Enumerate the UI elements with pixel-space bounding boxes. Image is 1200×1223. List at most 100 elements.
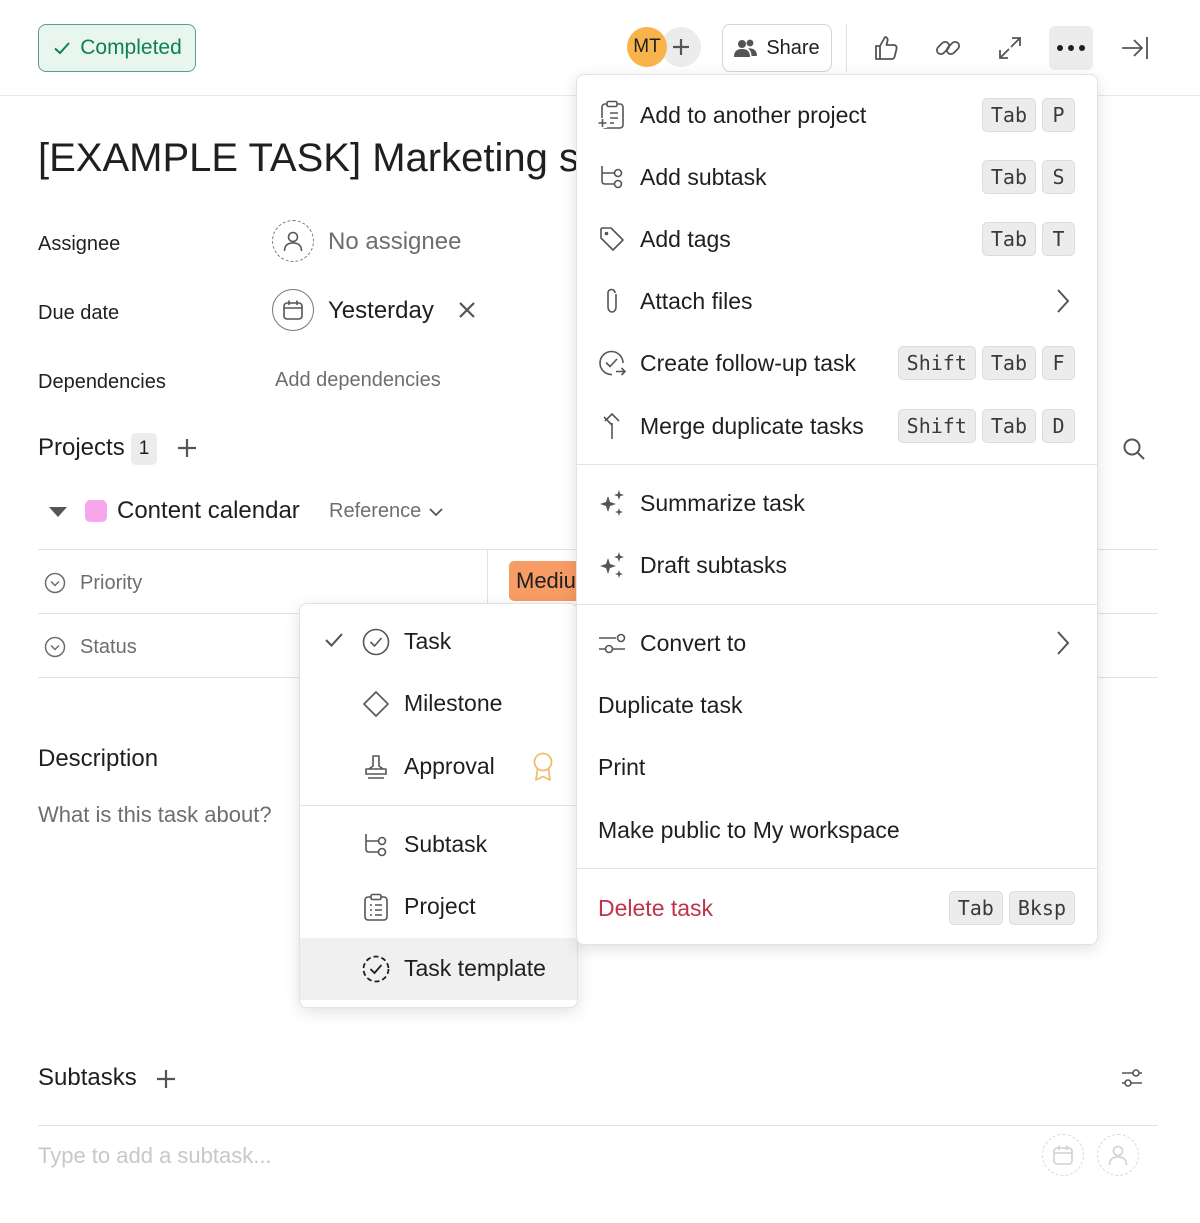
menu-item-label: Print xyxy=(598,753,646,780)
keyboard-shortcut: Tab P xyxy=(981,98,1075,132)
convert-to-task[interactable]: Task xyxy=(300,611,577,673)
add-collaborator-button[interactable] xyxy=(661,27,701,67)
search-fields-button[interactable] xyxy=(1122,437,1146,466)
paperclip-icon xyxy=(607,288,617,313)
convert-icon-wrap xyxy=(597,628,627,658)
keyboard-shortcut: Shift Tab D xyxy=(897,409,1075,443)
calendar-icon xyxy=(1053,1145,1073,1165)
project-collapse-toggle[interactable] xyxy=(48,505,68,523)
task-icon-wrap xyxy=(361,627,391,657)
menu-item-merge-duplicates[interactable]: Merge duplicate tasks Shift Tab D xyxy=(577,395,1097,457)
menu-divider xyxy=(577,464,1097,465)
due-date-value[interactable]: Yesterday xyxy=(328,297,434,325)
menu-item-print[interactable]: Print xyxy=(577,736,1097,798)
menu-item-draft-subtasks[interactable]: Draft subtasks xyxy=(577,534,1097,596)
menu-item-summarize[interactable]: Summarize task xyxy=(577,472,1097,534)
add-project-button[interactable] xyxy=(177,438,197,463)
menu-item-add-subtask[interactable]: Add subtask Tab S xyxy=(577,146,1097,208)
plus-icon xyxy=(673,39,689,55)
convert-to-submenu: Task Milestone Approval Subtask Project … xyxy=(299,603,578,1008)
menu-divider xyxy=(577,604,1097,605)
collaborator-avatar[interactable]: MT xyxy=(627,27,667,67)
sliders-icon xyxy=(1122,1069,1142,1087)
menu-item-make-public[interactable]: Make public to My workspace xyxy=(577,799,1097,861)
divider xyxy=(38,1125,1158,1126)
new-subtask-input[interactable]: Type to add a subtask... xyxy=(38,1143,272,1169)
dependencies-label: Dependencies xyxy=(38,371,166,393)
selected-check-wrap xyxy=(324,631,344,654)
description-input[interactable]: What is this task about? xyxy=(38,802,272,828)
assignee-avatar-placeholder[interactable] xyxy=(272,220,314,262)
share-button[interactable]: Share xyxy=(722,24,832,72)
copy-link-button[interactable] xyxy=(926,26,970,70)
subtask-sort-button[interactable] xyxy=(1120,1067,1144,1094)
attach-icon-wrap xyxy=(597,286,627,316)
expand-button[interactable] xyxy=(988,26,1032,70)
project-name[interactable]: Content calendar xyxy=(117,497,300,525)
keyboard-shortcut: Shift Tab F xyxy=(897,346,1075,380)
search-icon xyxy=(1123,438,1145,460)
add-tags-icon-wrap xyxy=(597,224,627,254)
convert-option-label: Approval xyxy=(404,753,495,779)
menu-item-add-to-project[interactable]: Add to another project Tab P xyxy=(577,84,1097,146)
clear-due-date-button[interactable] xyxy=(457,300,477,325)
clipboard-list-icon xyxy=(364,893,388,921)
key: Tab xyxy=(981,98,1036,132)
close-details-button[interactable] xyxy=(1113,26,1157,70)
menu-divider xyxy=(300,805,577,806)
subtask-due-date-picker[interactable] xyxy=(1042,1134,1084,1176)
priority-field-icon-wrap xyxy=(44,572,66,599)
add-to-project-icon-wrap xyxy=(597,100,627,130)
projects-count-badge: 1 xyxy=(131,433,157,465)
subtask-icon xyxy=(601,166,623,189)
menu-item-duplicate[interactable]: Duplicate task xyxy=(577,674,1097,736)
chevron-right-icon xyxy=(1057,631,1070,655)
convert-to-subtask[interactable]: Subtask xyxy=(300,814,577,876)
key: T xyxy=(1042,222,1075,256)
mark-complete-button[interactable]: Completed xyxy=(38,24,196,72)
plus-icon xyxy=(157,1070,175,1088)
project-section-select[interactable]: Reference xyxy=(329,500,443,523)
convert-option-label: Task template xyxy=(404,955,546,981)
people-icon xyxy=(734,39,758,57)
key: Tab xyxy=(981,346,1036,380)
check-icon xyxy=(325,633,343,647)
summarize-icon-wrap xyxy=(597,488,627,518)
menu-item-delete-task[interactable]: Delete task Tab Bksp xyxy=(577,877,1097,939)
chevron-circle-icon xyxy=(44,636,66,658)
menu-item-convert-to[interactable]: Convert to xyxy=(577,612,1097,674)
menu-item-label: Duplicate task xyxy=(598,691,743,718)
assignee-label: Assignee xyxy=(38,233,121,255)
menu-item-create-follow-up[interactable]: Create follow-up task Shift Tab F xyxy=(577,332,1097,394)
stamp-icon xyxy=(365,755,387,779)
due-date-picker[interactable] xyxy=(272,289,314,331)
more-actions-button[interactable] xyxy=(1049,26,1093,70)
convert-to-project[interactable]: Project xyxy=(300,876,577,938)
convert-to-milestone[interactable]: Milestone xyxy=(300,673,577,735)
milestone-icon-wrap xyxy=(361,689,391,719)
like-button[interactable] xyxy=(864,26,908,70)
project-icon-wrap xyxy=(361,892,391,922)
thumbs-up-icon xyxy=(875,36,898,60)
add-subtask-icon-wrap xyxy=(597,162,627,192)
assignee-value[interactable]: No assignee xyxy=(328,228,461,256)
menu-item-label: Draft subtasks xyxy=(640,551,787,578)
task-actions-menu: Add to another project Tab P Add subtask… xyxy=(576,74,1098,945)
add-dependencies-link[interactable]: Add dependencies xyxy=(275,369,441,392)
convert-option-label: Subtask xyxy=(404,831,488,857)
template-icon-wrap xyxy=(361,954,391,984)
convert-to-approval[interactable]: Approval xyxy=(300,736,577,798)
menu-item-label: Create follow-up task xyxy=(640,349,857,376)
subtask-assignee-picker[interactable] xyxy=(1097,1134,1139,1176)
menu-item-add-tags[interactable]: Add tags Tab T xyxy=(577,208,1097,270)
project-section-label: Reference xyxy=(329,500,422,522)
task-title[interactable]: [EXAMPLE TASK] Marketing s xyxy=(38,136,579,181)
menu-item-attach-files[interactable]: Attach files xyxy=(577,270,1097,332)
convert-option-label: Task xyxy=(404,628,452,654)
collapse-right-icon xyxy=(1122,37,1148,59)
convert-to-task-template[interactable]: Task template xyxy=(300,938,577,1000)
add-subtask-button[interactable] xyxy=(156,1069,176,1094)
dashed-check-circle-icon xyxy=(362,955,390,983)
clipboard-plus-icon xyxy=(598,100,624,129)
menu-item-label: Add tags xyxy=(640,225,731,252)
